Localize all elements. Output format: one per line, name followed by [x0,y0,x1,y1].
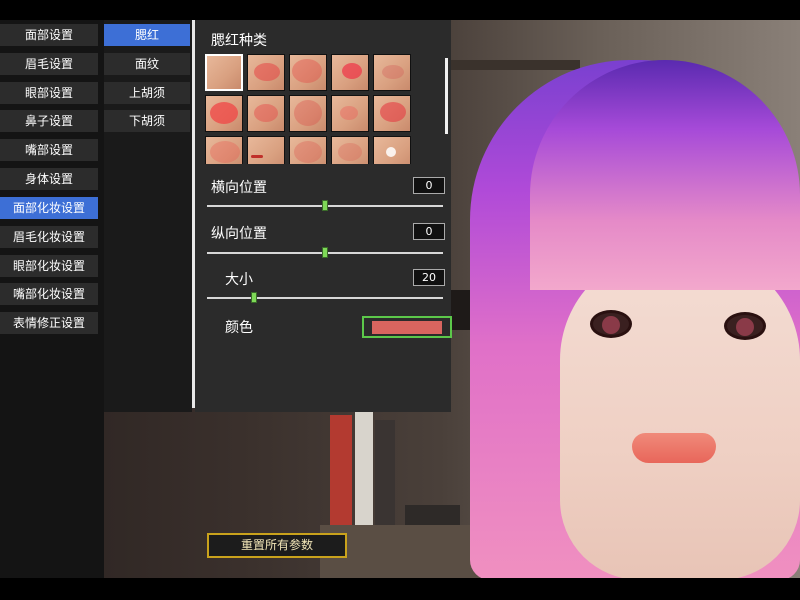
blush-thumbnail[interactable] [373,54,411,91]
cat-face-makeup[interactable]: 面部化妆设置 [0,197,98,219]
blush-thumbnail[interactable] [289,95,327,132]
blush-thumbnail[interactable] [205,54,243,91]
cat-mouth-makeup[interactable]: 嘴部化妆设置 [0,283,98,305]
blush-thumbnail[interactable] [247,95,285,132]
size-label: 大小 [225,272,253,288]
blush-thumbnail[interactable] [205,136,243,164]
book [330,415,352,525]
bottom-bar [0,578,800,600]
blush-thumbnail-grid [205,54,421,164]
cat-eye-settings[interactable]: 眼部设置 [0,82,98,104]
cat-face-settings[interactable]: 面部设置 [0,24,98,46]
cat-body-settings[interactable]: 身体设置 [0,168,98,190]
cat-nose-settings[interactable]: 鼻子设置 [0,110,98,132]
vertical-position-value[interactable]: 0 [413,223,445,240]
subcategory-column: 腮红 面纹 上胡须 下胡须 [104,20,192,412]
blush-thumbnail[interactable] [205,95,243,132]
cat-eyebrow-makeup[interactable]: 眉毛化妆设置 [0,226,98,248]
color-swatch-fill [372,321,442,334]
sub-face-lines[interactable]: 面纹 [104,53,190,75]
panel-title: 腮红种类 [211,33,267,49]
right-eye [724,312,766,340]
reset-all-button[interactable]: 重置所有参数 [207,533,347,558]
cat-mouth-settings[interactable]: 嘴部设置 [0,139,98,161]
size-value[interactable]: 20 [413,269,445,286]
lips [632,433,716,463]
blush-settings-panel: 腮红种类 横向位置 0 纵向位置 0 大小 20 颜色 [195,20,452,412]
color-picker-button[interactable] [362,316,452,338]
vertical-position-label: 纵向位置 [211,226,267,242]
shelf [440,60,580,70]
sub-lower-beard[interactable]: 下胡须 [104,110,190,132]
book [375,420,395,525]
blush-thumbnail[interactable] [289,136,327,164]
blush-thumbnail[interactable] [373,95,411,132]
blush-thumbnail[interactable] [331,95,369,132]
category-column: 面部设置 眉毛设置 眼部设置 鼻子设置 嘴部设置 身体设置 面部化妆设置 眉毛化… [0,20,104,578]
top-bar [0,0,800,20]
sub-blush[interactable]: 腮红 [104,24,190,46]
vertical-position-handle[interactable] [322,247,328,258]
horizontal-position-label: 横向位置 [211,180,267,196]
blush-thumbnail[interactable] [373,136,411,164]
cat-eyebrow-settings[interactable]: 眉毛设置 [0,53,98,75]
horizontal-position-value[interactable]: 0 [413,177,445,194]
book [355,412,373,527]
size-track[interactable] [207,292,443,303]
blush-thumbnail[interactable] [331,136,369,164]
horizontal-position-track[interactable] [207,200,443,211]
left-eye [590,310,632,338]
blush-thumbnail[interactable] [289,54,327,91]
color-label: 颜色 [225,320,253,336]
blush-thumbnail[interactable] [331,54,369,91]
vertical-position-track[interactable] [207,247,443,258]
book [405,505,460,527]
blush-thumbnail[interactable] [247,136,285,164]
character-face [560,250,800,578]
cat-eye-makeup[interactable]: 眼部化妆设置 [0,255,98,277]
cat-expression-fix[interactable]: 表情修正设置 [0,312,98,334]
sub-upper-beard[interactable]: 上胡须 [104,82,190,104]
size-handle[interactable] [251,292,258,303]
horizontal-position-handle[interactable] [322,200,328,211]
blush-thumbnail[interactable] [247,54,285,91]
thumbnail-scrollbar[interactable] [445,58,448,134]
